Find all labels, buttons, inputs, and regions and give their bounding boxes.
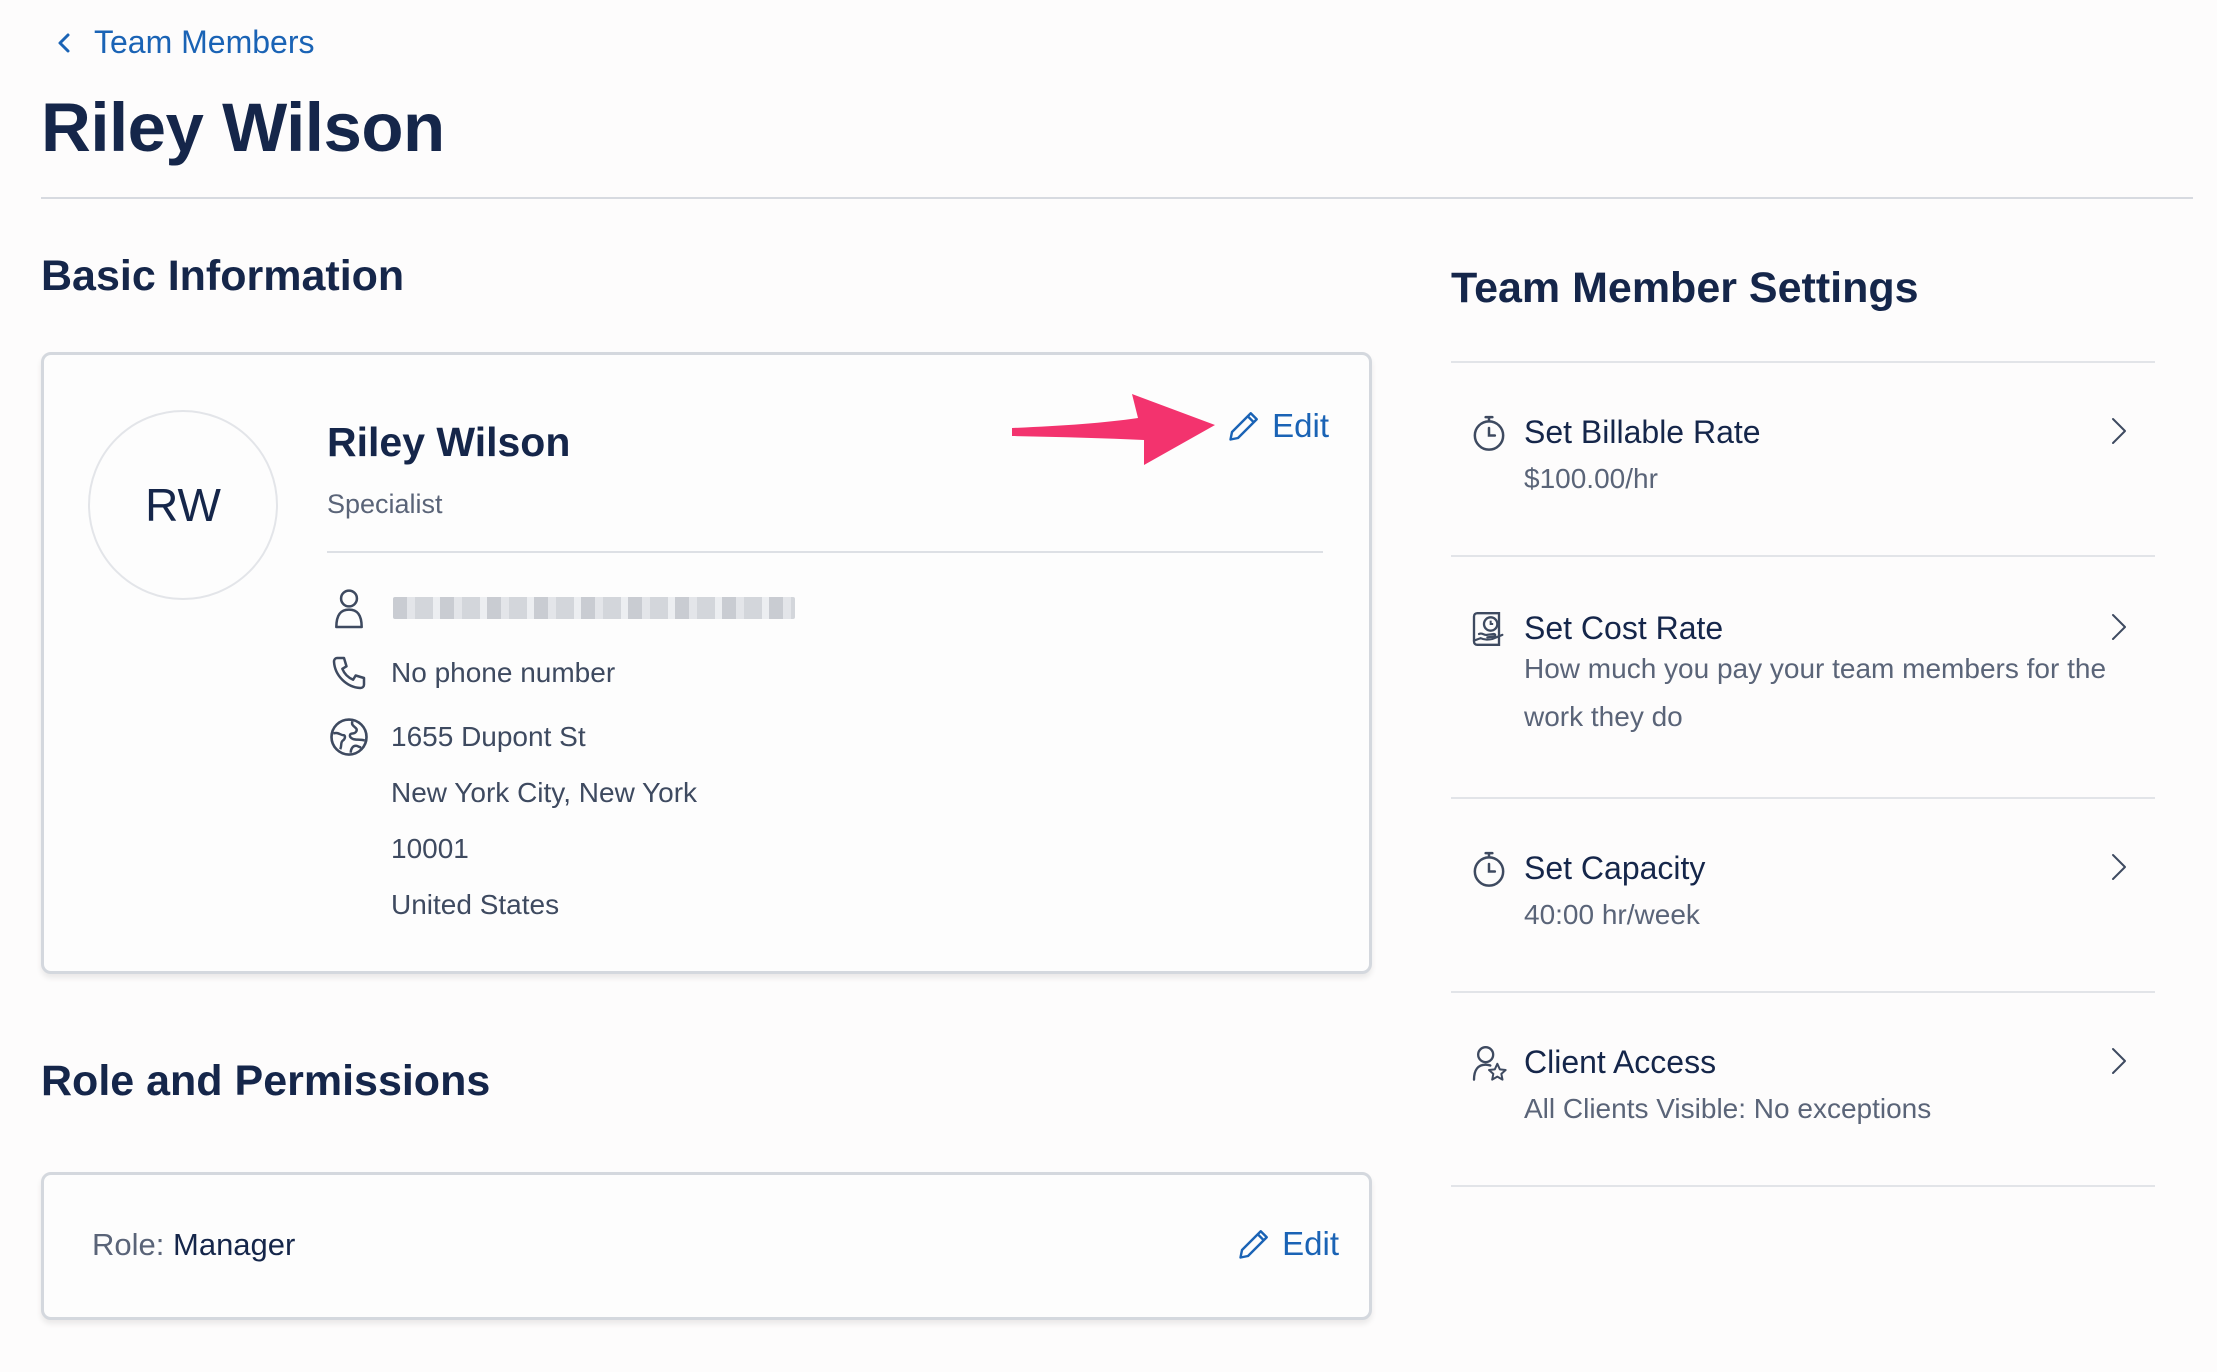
edit-basic-info-label: Edit xyxy=(1272,407,1329,444)
setting-title: Set Capacity xyxy=(1524,850,1706,886)
chevron-right-icon xyxy=(2112,418,2126,444)
edit-role-label: Edit xyxy=(1282,1225,1339,1262)
settings-divider xyxy=(1451,1185,2155,1187)
setting-capacity[interactable]: Set Capacity 40:00 hr/week xyxy=(1451,799,2155,991)
setting-description: All Clients Visible: No exceptions xyxy=(1524,1093,1932,1124)
pencil-icon xyxy=(1239,1230,1269,1259)
chevron-right-icon xyxy=(2112,614,2126,640)
chevron-left-icon xyxy=(58,33,70,52)
role-line: Role: Manager xyxy=(92,1227,295,1263)
globe-icon xyxy=(330,718,368,756)
annotation-arrow-icon xyxy=(1012,394,1215,465)
card-divider xyxy=(327,551,1323,553)
chevron-right-icon xyxy=(2112,854,2126,880)
setting-title: Set Billable Rate xyxy=(1524,414,1761,450)
avatar: RW xyxy=(88,410,278,600)
setting-client-access[interactable]: Client Access All Clients Visible: No ex… xyxy=(1451,993,2155,1185)
email-redacted xyxy=(393,597,795,619)
setting-description: $100.00/hr xyxy=(1524,463,1658,494)
role-permissions-heading: Role and Permissions xyxy=(41,1057,491,1105)
breadcrumb-back-link[interactable]: Team Members xyxy=(54,24,315,61)
member-name: Riley Wilson xyxy=(327,419,571,465)
setting-title: Client Access xyxy=(1524,1044,1717,1080)
phone-row: No phone number xyxy=(327,651,615,695)
email-row xyxy=(327,586,795,630)
setting-billable-rate[interactable]: Set Billable Rate $100.00/hr xyxy=(1451,363,2155,555)
edit-basic-info-button[interactable]: Edit xyxy=(1226,407,1329,445)
address-city-state: New York City, New York xyxy=(391,777,698,808)
member-job-title: Specialist xyxy=(327,489,443,519)
phone-icon xyxy=(332,656,366,690)
edit-role-button[interactable]: Edit xyxy=(1236,1225,1339,1263)
stopwatch-icon xyxy=(1473,851,1505,887)
role-key: Role: xyxy=(92,1227,165,1262)
address-street: 1655 Dupont St xyxy=(391,721,586,752)
settings-heading: Team Member Settings xyxy=(1451,264,1919,312)
setting-description: How much you pay your team members for t… xyxy=(1524,653,2107,732)
person-icon xyxy=(335,589,363,629)
role-card: Role: Manager Edit xyxy=(41,1172,1372,1320)
role-value: Manager xyxy=(173,1227,296,1262)
setting-description: 40:00 hr/week xyxy=(1524,899,1700,930)
chevron-right-icon xyxy=(2112,1048,2126,1074)
address-row: 1655 Dupont St xyxy=(327,715,586,759)
basic-info-heading: Basic Information xyxy=(41,252,405,300)
stopwatch-icon xyxy=(1473,415,1505,451)
cost-rate-icon xyxy=(1472,612,1504,646)
page-title: Riley Wilson xyxy=(41,89,445,166)
setting-cost-rate[interactable]: Set Cost Rate How much you pay your team… xyxy=(1451,557,2155,797)
setting-title: Set Cost Rate xyxy=(1524,610,1724,646)
settings-list: Set Billable Rate $100.00/hr Set Cost Ra… xyxy=(1451,361,2155,1187)
pencil-icon xyxy=(1229,412,1259,441)
breadcrumb-label: Team Members xyxy=(94,24,315,60)
address-zip: 10001 xyxy=(391,833,469,864)
phone-number: No phone number xyxy=(391,657,616,688)
address-country: United States xyxy=(391,889,560,920)
client-star-icon xyxy=(1472,1046,1507,1081)
header-divider xyxy=(41,197,2193,199)
